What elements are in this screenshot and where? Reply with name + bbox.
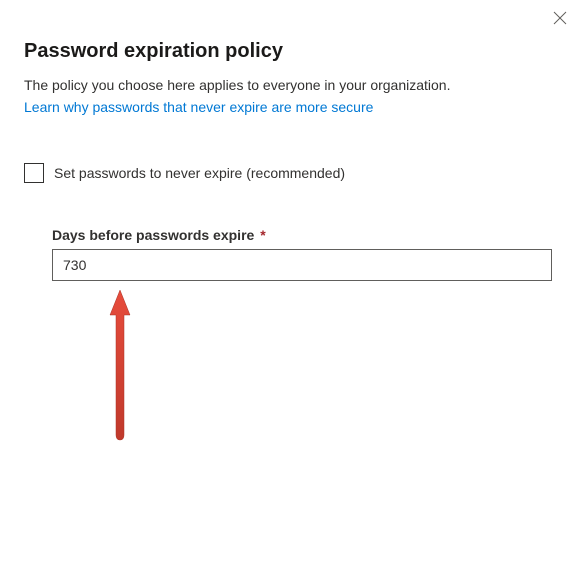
days-field-group: Days before passwords expire * — [52, 227, 558, 281]
never-expire-checkbox[interactable] — [24, 163, 44, 183]
never-expire-option[interactable]: Set passwords to never expire (recommend… — [24, 163, 558, 183]
days-before-expire-input[interactable] — [52, 249, 552, 281]
panel-content: Password expiration policy The policy yo… — [0, 0, 582, 305]
learn-more-link[interactable]: Learn why passwords that never expire ar… — [24, 99, 373, 115]
days-before-expire-label: Days before passwords expire * — [52, 227, 558, 243]
never-expire-checkbox-label[interactable]: Set passwords to never expire (recommend… — [54, 165, 345, 181]
required-asterisk-icon: * — [260, 227, 265, 243]
arrow-annotation-icon — [100, 285, 140, 445]
page-title: Password expiration policy — [24, 40, 558, 63]
policy-description: The policy you choose here applies to ev… — [24, 77, 558, 93]
close-button[interactable] — [550, 8, 570, 28]
close-icon — [553, 11, 567, 25]
days-label-text: Days before passwords expire — [52, 227, 254, 243]
